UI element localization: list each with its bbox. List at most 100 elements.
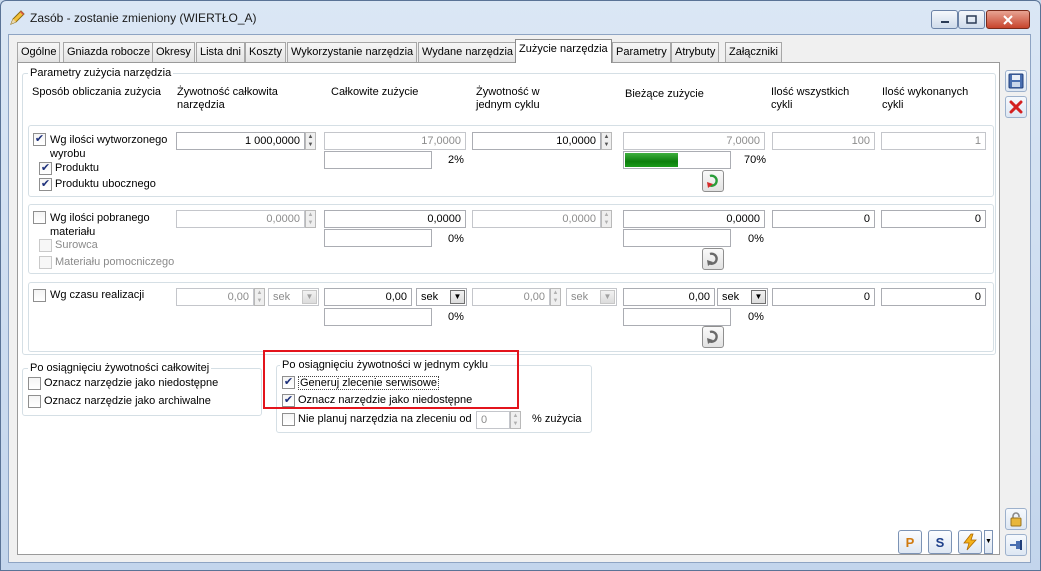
- row3-reset-button[interactable]: [702, 326, 724, 348]
- reset-arrow-icon: [707, 174, 718, 188]
- checkbox-total-mark-archived[interactable]: [28, 395, 41, 408]
- minimize-button[interactable]: [931, 10, 958, 29]
- p-button-label: P: [905, 534, 915, 550]
- row3-current-usage-pct: 0%: [748, 311, 764, 323]
- header-total-usage: Całkowite zużycie: [331, 86, 419, 98]
- checkbox-by-product-quantity[interactable]: ✔: [33, 133, 46, 146]
- row1-cycle-life-spinner[interactable]: ▲ ▼: [601, 132, 612, 150]
- tab-label: Wydane narzędzia: [422, 46, 514, 58]
- tab-zuzycie-narzedzia[interactable]: Zużycie narzędzia: [515, 39, 612, 63]
- reset-arrow-icon: [707, 252, 718, 266]
- tab-gniazda-robocze[interactable]: Gniazda robocze: [63, 42, 155, 62]
- tab-label: Gniazda robocze: [67, 46, 151, 58]
- p-button[interactable]: P: [898, 530, 922, 554]
- row2-done-cycles-field: 0: [881, 210, 986, 228]
- cancel-button[interactable]: [1005, 96, 1027, 118]
- label-percent-usage: % zużycia: [532, 413, 582, 425]
- title-bar[interactable]: Zasób - zostanie zmieniony (WIERTŁO_A): [0, 0, 1039, 34]
- checkbox-product[interactable]: ✔: [39, 162, 52, 175]
- floppy-disk-icon: [1008, 73, 1024, 89]
- header-total-life: Żywotność całkowita narzędzia: [177, 86, 278, 111]
- header-current-usage: Bieżące zużycie: [625, 88, 704, 100]
- row1-reset-button[interactable]: [702, 170, 724, 192]
- label-raw-material: Surowca: [55, 239, 98, 251]
- row2-current-usage-field: 0,0000: [623, 210, 765, 228]
- chevron-down-icon: ▼: [302, 290, 317, 304]
- tab-label: Ogólne: [21, 46, 57, 58]
- row3-total-life-unit: sek ▼: [268, 288, 319, 306]
- row3-total-usage-pct: 0%: [448, 311, 464, 323]
- s-button[interactable]: S: [928, 530, 952, 554]
- dont-plan-threshold-field: 0: [476, 411, 510, 429]
- window-title: Zasób - zostanie zmieniony (WIERTŁO_A): [30, 11, 257, 25]
- row2-all-cycles-field: 0: [772, 210, 875, 228]
- combo-value: sek: [273, 291, 291, 303]
- checkbox-dont-plan-tool[interactable]: [282, 413, 295, 426]
- tab-label: Lista dni: [200, 46, 241, 58]
- row2-reset-button[interactable]: [702, 248, 724, 270]
- row3-total-life-spinner: ▲ ▼: [254, 288, 265, 306]
- close-button[interactable]: [986, 10, 1030, 29]
- row3-all-cycles-field: 0: [772, 288, 875, 306]
- params-group-legend: Parametry zużycia narzędzia: [28, 67, 174, 79]
- row1-total-life-spinner[interactable]: ▲ ▼: [305, 132, 316, 150]
- checkbox-total-mark-unavailable[interactable]: [28, 377, 41, 390]
- row1-done-cycles-field: 1: [881, 132, 986, 150]
- pin-button[interactable]: [1005, 534, 1027, 556]
- tab-koszty[interactable]: Koszty: [245, 42, 287, 62]
- tab-atrybuty[interactable]: Atrybuty: [671, 42, 720, 62]
- row2-total-usage-pct: 0%: [448, 233, 464, 245]
- dont-plan-threshold-spinner: ▲ ▼: [510, 411, 521, 429]
- row3-cycle-life-field: 0,00: [472, 288, 550, 306]
- row1-total-usage-pct: 2%: [448, 154, 464, 166]
- tab-zalaczniki[interactable]: Załączniki: [725, 42, 782, 62]
- lightning-icon: [963, 533, 977, 551]
- pencil-app-icon: [8, 9, 26, 27]
- chevron-down-icon[interactable]: ▼: [751, 290, 766, 304]
- pin-icon: [1010, 540, 1022, 550]
- checkbox-byproduct[interactable]: ✔: [39, 178, 52, 191]
- header-method: Sposób obliczania zużycia: [32, 86, 162, 98]
- tab-lista-dni[interactable]: Lista dni: [196, 42, 245, 62]
- row3-current-usage-unit[interactable]: sek ▼: [717, 288, 768, 306]
- tab-label: Okresy: [156, 46, 191, 58]
- lightning-dropdown-chevron-icon[interactable]: ▼: [984, 530, 993, 554]
- tab-wydane-narzedzia[interactable]: Wydane narzędzia: [418, 42, 518, 62]
- checkbox-by-execution-time[interactable]: [33, 289, 46, 302]
- progress-fill: [625, 153, 678, 167]
- after-total-life-group: [22, 368, 262, 416]
- row1-total-usage-bar: [324, 151, 432, 169]
- tab-ogolne[interactable]: Ogólne: [17, 42, 61, 62]
- row2-cycle-life-field: 0,0000: [472, 210, 601, 228]
- row3-done-cycles-field: 0: [881, 288, 986, 306]
- label-product: Produktu: [55, 162, 100, 174]
- label-byproduct: Produktu ubocznego: [55, 178, 156, 190]
- row2-current-usage-progress: [623, 229, 731, 247]
- tab-parametry[interactable]: Parametry: [612, 42, 671, 62]
- lock-button[interactable]: [1005, 508, 1027, 530]
- row1-cycle-life-field[interactable]: 10,0000: [472, 132, 601, 150]
- tab-label: Parametry: [616, 46, 667, 58]
- tab-wykorzystanie-narzedzia[interactable]: Wykorzystanie narzędzia: [287, 42, 418, 62]
- tab-label: Koszty: [249, 46, 283, 58]
- combo-value: sek: [722, 291, 740, 303]
- row3-total-usage-unit[interactable]: sek ▼: [416, 288, 467, 306]
- row1-total-life-field[interactable]: 1 000,0000: [176, 132, 305, 150]
- label-total-mark-archived: Oznacz narzędzie jako archiwalne: [44, 395, 211, 407]
- s-button-label: S: [935, 534, 945, 550]
- checkbox-by-material-quantity[interactable]: [33, 211, 46, 224]
- row2-total-usage-field: 0,0000: [324, 210, 466, 228]
- tab-okresy[interactable]: Okresy: [152, 42, 195, 62]
- row1-total-usage-field: 17,0000: [324, 132, 466, 150]
- row1-current-usage-pct: 70%: [744, 154, 767, 166]
- label-by-material-quantity: Wg ilości pobranego materiału: [50, 212, 150, 238]
- save-button[interactable]: [1005, 70, 1027, 92]
- checkbox-auxiliary-material: [39, 256, 52, 269]
- tab-label: Atrybuty: [675, 46, 716, 58]
- maximize-icon: [966, 15, 977, 24]
- header-all-cycles: Ilość wszystkich cykli: [771, 86, 850, 111]
- maximize-button[interactable]: [958, 10, 985, 29]
- chevron-down-icon[interactable]: ▼: [450, 290, 465, 304]
- header-cycle-life: Żywotność w jednym cyklu: [476, 86, 540, 111]
- lightning-button[interactable]: [958, 530, 982, 554]
